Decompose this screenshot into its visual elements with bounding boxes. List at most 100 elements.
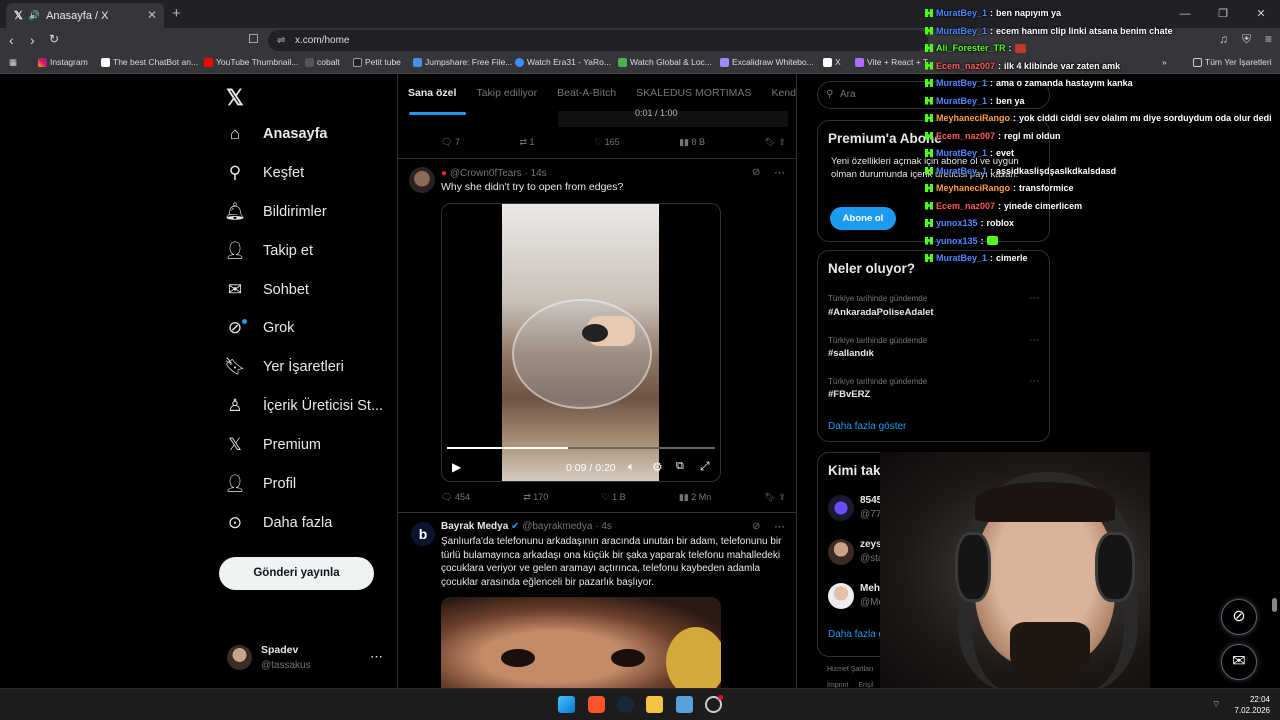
- bookmark-jumpshare[interactable]: Jumpshare: Free File...: [413, 57, 512, 67]
- more-options-icon[interactable]: ⋯: [1029, 335, 1039, 346]
- bookmark-global[interactable]: Watch Global & Loc...: [618, 57, 712, 67]
- bookmark-page-icon[interactable]: ☐: [248, 32, 259, 46]
- chat-username[interactable]: Ecem_naz007: [936, 61, 995, 71]
- chat-username[interactable]: yunox135: [936, 218, 978, 228]
- fullscreen-icon[interactable]: ⤢: [700, 459, 710, 474]
- picture-in-picture-icon[interactable]: ⧉: [676, 460, 684, 473]
- repost-button[interactable]: ⇄ 1: [519, 137, 534, 148]
- chat-username[interactable]: MuratBey_1: [936, 96, 987, 106]
- sidebar-item-creator-studio[interactable]: ♙ İçerik Üreticisi St...: [224, 396, 383, 416]
- app-icon[interactable]: [676, 696, 693, 713]
- chat-username[interactable]: MuratBey_1: [936, 148, 987, 158]
- tab-following[interactable]: Takip ediliyor: [466, 74, 547, 114]
- bookmark-vite[interactable]: Vite + React + T: [855, 57, 928, 67]
- volume-icon[interactable]: 🔈︎: [628, 461, 635, 474]
- bookmark-instagram[interactable]: Instagram: [38, 57, 88, 67]
- sidebar-item-bookmarks[interactable]: 🔖︎ Yer İşaretleri: [224, 357, 344, 377]
- address-bar[interactable]: ⇌ x.com/home: [268, 30, 928, 51]
- trends-show-more-link[interactable]: Daha fazla göster: [828, 421, 906, 432]
- brave-browser-icon[interactable]: [588, 696, 605, 713]
- bookmark-petit-tube[interactable]: Petit tube: [353, 57, 401, 67]
- system-clock[interactable]: 22:04 7.02.2026: [1234, 694, 1270, 716]
- tweet-time[interactable]: 14s: [531, 168, 547, 179]
- avatar[interactable]: [409, 167, 435, 193]
- chat-username[interactable]: Ecem_naz007: [936, 201, 995, 211]
- tweet-image[interactable]: [441, 597, 721, 688]
- sidebar-item-grok[interactable]: ⊘ Grok: [224, 318, 295, 338]
- messages-floating-button[interactable]: ✉: [1221, 644, 1257, 680]
- bookmark-button[interactable]: 🔖︎ ⇪: [765, 492, 786, 503]
- chat-username[interactable]: yunox135: [936, 236, 978, 246]
- tab-for-you[interactable]: Sana özel: [398, 74, 466, 114]
- reload-button[interactable]: ↻: [49, 32, 59, 46]
- video-progress-track[interactable]: [447, 447, 715, 449]
- views-button[interactable]: ▮▮ 8 B: [679, 137, 705, 148]
- network-icon[interactable]: ⌔: [1212, 699, 1220, 710]
- file-explorer-icon[interactable]: [646, 696, 663, 713]
- sidebar-item-more[interactable]: ⊙ Daha fazla: [224, 513, 332, 533]
- sidebar-item-follow[interactable]: 👤︎ Takip et: [224, 241, 313, 261]
- scrollbar-thumb[interactable]: [1272, 598, 1277, 612]
- steam-icon[interactable]: [617, 696, 634, 713]
- chat-username[interactable]: MuratBey_1: [936, 78, 987, 88]
- tweet-handle[interactable]: @Crown0fTears: [450, 168, 522, 179]
- bookmark-cobalt[interactable]: cobalt: [305, 57, 340, 67]
- more-options-icon[interactable]: ⋯: [370, 649, 383, 665]
- x-logo-icon[interactable]: 𝕏: [226, 85, 244, 111]
- close-tab-icon[interactable]: ✕: [147, 8, 157, 22]
- chat-username[interactable]: MuratBey_1: [936, 253, 987, 263]
- apps-grid-icon[interactable]: ▦: [9, 57, 17, 68]
- new-tab-button[interactable]: +: [172, 5, 181, 22]
- bookmark-chatbot[interactable]: The best ChatBot an...: [101, 57, 198, 67]
- post-button[interactable]: Gönderi yayınla: [219, 557, 374, 590]
- tab-kend[interactable]: Kend: [761, 74, 796, 114]
- chat-username[interactable]: MuratBey_1: [936, 166, 987, 176]
- settings-gear-icon[interactable]: ⚙: [652, 460, 663, 474]
- bookmark-button[interactable]: 🔖︎ ⇪: [764, 137, 785, 148]
- sidebar-item-home[interactable]: ⌂ Anasayfa: [224, 124, 328, 144]
- back-button[interactable]: ‹: [9, 32, 14, 48]
- sidebar-item-premium[interactable]: 𝕏 Premium: [224, 435, 321, 455]
- like-button[interactable]: ♡ 165: [594, 137, 620, 148]
- site-info-icon[interactable]: ⇌: [277, 30, 285, 51]
- play-icon[interactable]: ▶: [452, 460, 461, 474]
- bookmark-era31[interactable]: Watch Era31 - YaRo...: [515, 57, 611, 67]
- bayrak-medya-logo[interactable]: b: [411, 522, 435, 546]
- tweet-handle[interactable]: @bayrakmedya: [522, 521, 592, 532]
- grok-icon[interactable]: ⊘: [752, 521, 760, 532]
- chat-username[interactable]: MuratBey_1: [936, 26, 987, 36]
- repost-button[interactable]: ⇄ 170: [523, 492, 548, 503]
- views-button[interactable]: ▮▮ 2 Mn: [679, 492, 711, 503]
- more-options-icon[interactable]: ⋯: [774, 166, 785, 179]
- more-options-icon[interactable]: ⋯: [774, 520, 785, 533]
- sidebar-item-profile[interactable]: 👤︎ Profil: [224, 474, 296, 494]
- footer-link[interactable]: Hizmet Şartları: [827, 666, 873, 673]
- bookmark-excalidraw[interactable]: Excalidraw Whitebo...: [720, 57, 814, 67]
- tweet-author-name[interactable]: Bayrak Medya: [441, 521, 508, 532]
- browser-tab[interactable]: 𝕏 🔊 Anasayfa / X ✕: [6, 3, 164, 28]
- chat-username[interactable]: MeyhaneciRango: [936, 183, 1010, 193]
- sidebar-item-chat[interactable]: ✉ Sohbet: [224, 280, 309, 300]
- tab-beat-a-bitch[interactable]: Beat-A-Bitch: [547, 74, 626, 114]
- chat-username[interactable]: Ecem_naz007: [936, 131, 995, 141]
- sidebar-item-notifications[interactable]: 🔔︎ Bildirimler: [224, 202, 326, 222]
- chat-username[interactable]: MeyhaneciRango: [936, 113, 1010, 123]
- forward-button[interactable]: ›: [30, 32, 35, 48]
- reply-button[interactable]: 🗨︎ 454: [441, 492, 470, 503]
- bookmark-x[interactable]: X: [823, 57, 841, 67]
- more-options-icon[interactable]: ⋯: [1029, 376, 1039, 387]
- more-options-icon[interactable]: ⋯: [1029, 293, 1039, 304]
- windows-start-icon[interactable]: [558, 696, 575, 713]
- subscribe-button[interactable]: Abone ol: [830, 207, 896, 230]
- like-button[interactable]: ♡ 1 B: [602, 492, 626, 503]
- chat-username[interactable]: Ali_Forester_TR: [936, 43, 1006, 53]
- chat-username[interactable]: MuratBey_1: [936, 8, 987, 18]
- tweet-time[interactable]: 4s: [601, 521, 612, 532]
- grok-floating-button[interactable]: ⊘: [1221, 599, 1257, 635]
- bookmark-youtube-thumbnail[interactable]: YouTube Thumbnail...: [204, 57, 298, 67]
- speaker-icon[interactable]: 🔊: [29, 10, 40, 21]
- grok-icon[interactable]: ⊘: [752, 167, 760, 178]
- video-player[interactable]: ▶ 0:09 / 0:20 🔈︎ ⚙ ⧉ ⤢: [441, 203, 721, 482]
- reply-button[interactable]: 🗨︎ 7: [441, 137, 460, 148]
- sidebar-item-explore[interactable]: ⚲ Keşfet: [224, 163, 304, 183]
